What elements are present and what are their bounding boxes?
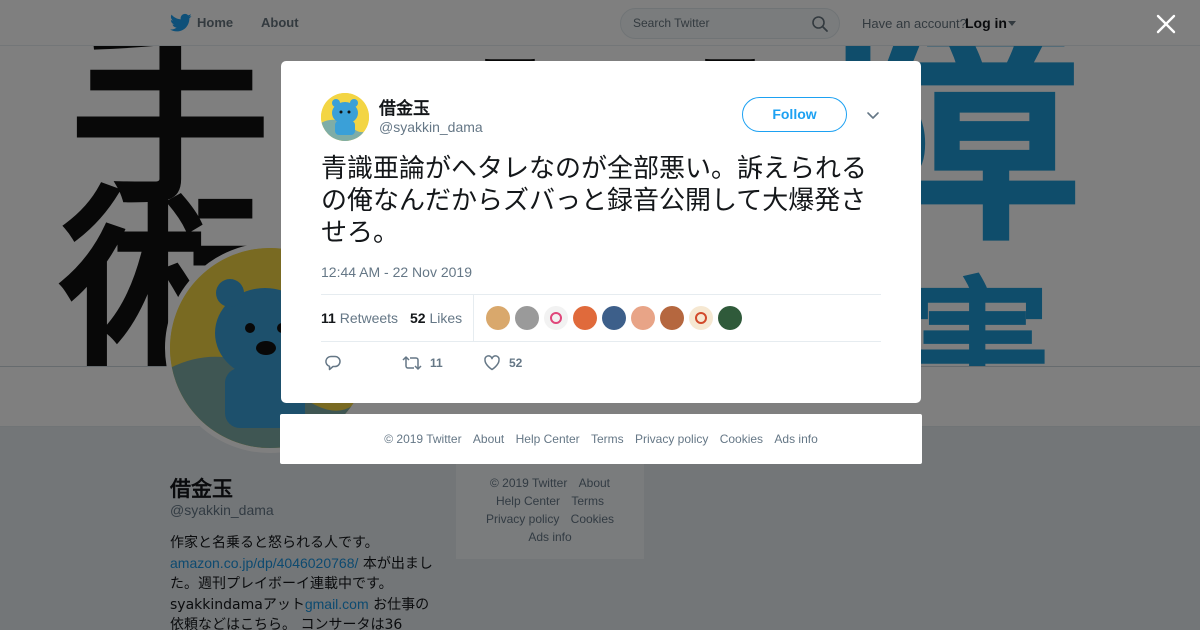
- like-button[interactable]: 52: [483, 353, 522, 373]
- footer-help-link[interactable]: Help Center: [516, 432, 580, 446]
- tweet-author-handle[interactable]: @syakkin_dama: [379, 119, 483, 135]
- liker-avatar[interactable]: [631, 306, 655, 330]
- like-action-count: 52: [509, 356, 523, 370]
- liker-avatar[interactable]: [660, 306, 684, 330]
- retweets-label: Retweets: [339, 310, 399, 326]
- tweet-author-avatar[interactable]: [321, 93, 369, 141]
- liker-avatar-detail: [695, 312, 707, 324]
- tweet-stats: 11 Retweets 52 Likes: [321, 294, 881, 342]
- likes-count: 52: [410, 310, 426, 326]
- chevron-down-icon[interactable]: [865, 108, 881, 124]
- retweet-icon: [402, 356, 422, 370]
- heart-icon: [484, 355, 500, 371]
- liker-avatar[interactable]: [602, 306, 626, 330]
- modal-footer: © 2019 Twitter About Help Center Terms P…: [280, 414, 922, 464]
- retweets-stat[interactable]: 11 Retweets: [321, 310, 398, 326]
- tweet-text: 青識亜論がヘタレなのが全部悪い。訴えられるの俺なんだからズバっと録音公開して大爆…: [321, 154, 868, 248]
- footer-copyright: © 2019 Twitter: [384, 432, 462, 446]
- footer-privacy-link[interactable]: Privacy policy: [635, 432, 708, 446]
- footer-terms-link[interactable]: Terms: [591, 432, 624, 446]
- liker-avatar-detail: [550, 312, 562, 324]
- retweet-button[interactable]: 11: [402, 353, 443, 373]
- follow-button[interactable]: Follow: [742, 97, 847, 132]
- tweet-modal: 借金玉 @syakkin_dama Follow 青識亜論がヘタレなのが全部悪い…: [281, 61, 921, 403]
- liker-avatar[interactable]: [486, 306, 510, 330]
- retweet-action-count: 11: [430, 356, 443, 370]
- tweet-author-name[interactable]: 借金玉: [379, 94, 430, 119]
- likes-label: Likes: [429, 310, 463, 326]
- footer-ads-link[interactable]: Ads info: [774, 432, 817, 446]
- liker-avatar[interactable]: [718, 306, 742, 330]
- reply-button[interactable]: [324, 353, 350, 373]
- likes-stat[interactable]: 52 Likes: [410, 310, 462, 326]
- reply-icon: [325, 355, 341, 371]
- footer-cookies-link[interactable]: Cookies: [720, 432, 763, 446]
- bear-avatar-icon: [321, 93, 369, 141]
- liker-avatar[interactable]: [573, 306, 597, 330]
- close-icon[interactable]: [1156, 14, 1176, 34]
- liker-avatar[interactable]: [689, 306, 713, 330]
- footer-about-link[interactable]: About: [473, 432, 504, 446]
- retweets-count: 11: [321, 310, 336, 326]
- stats-divider: [473, 295, 474, 342]
- liker-avatar[interactable]: [515, 306, 539, 330]
- tweet-timestamp[interactable]: 12:44 AM - 22 Nov 2019: [321, 264, 472, 280]
- liker-avatar[interactable]: [544, 306, 568, 330]
- tweet-actions: 11 52: [321, 351, 621, 375]
